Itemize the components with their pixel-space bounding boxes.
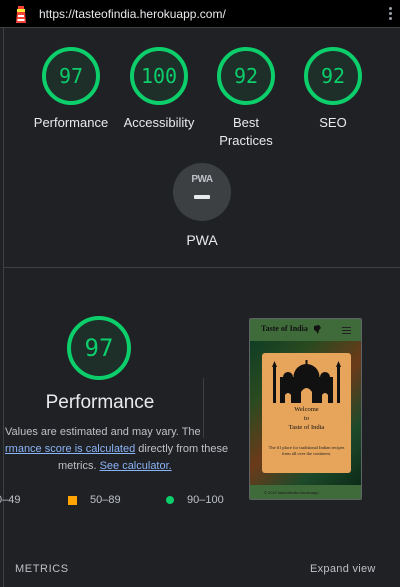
welcome-line: Welcome	[294, 406, 319, 413]
desc-line: metrics. See calculator.	[58, 458, 172, 475]
performance-gauge-large: 97	[66, 315, 132, 381]
lighthouse-icon	[16, 6, 26, 23]
gauge-label-performance: Performance	[33, 115, 109, 130]
thumb-tagline: The #1 place for traditional Indian reci…	[268, 445, 345, 456]
gauge-label-accessibility: Accessibility	[123, 115, 195, 130]
legend-average: 50–89	[90, 494, 121, 506]
performance-title: Performance	[45, 392, 155, 413]
final-screenshot-thumbnail[interactable]: Taste of India Welcome to Taste of India…	[249, 318, 362, 500]
desc-text: metrics.	[58, 460, 100, 472]
pwa-badge[interactable]: PWA	[173, 163, 231, 221]
performance-score: 97	[84, 334, 114, 362]
desc-line: rmance score is calculated directly from…	[5, 441, 228, 458]
metrics-heading: METRICS	[15, 563, 69, 575]
india-map-icon	[314, 325, 321, 334]
pwa-dash-icon	[194, 195, 210, 199]
gauge-accessibility[interactable]: 100	[129, 46, 189, 106]
thumb-brand: Taste of India	[261, 324, 308, 333]
thumb-welcome-text: Welcome to Taste of India	[262, 405, 351, 432]
taj-mahal-icon	[272, 360, 341, 403]
more-options-icon[interactable]	[389, 7, 392, 21]
hamburger-icon	[342, 327, 351, 334]
thumb-navbar: Taste of India	[250, 319, 361, 341]
pwa-label: PWA	[186, 232, 218, 248]
gauge-seo[interactable]: 92	[303, 46, 363, 106]
gauge-score: 92	[320, 64, 346, 88]
gauge-score: 97	[58, 64, 84, 88]
label-line: Practices	[219, 133, 273, 148]
expand-view-button[interactable]: Expand view	[310, 563, 376, 575]
gauge-label-best-practices: Best Practices	[201, 114, 291, 150]
label-line: Best	[232, 115, 259, 130]
legend-pass: 90–100	[187, 494, 224, 506]
legend-fail: 0–49	[0, 494, 21, 506]
thumb-welcome-card: Welcome to Taste of India The #1 place f…	[262, 353, 351, 473]
score-calculated-link[interactable]: rmance score is calculated	[5, 443, 135, 455]
pass-circle-icon	[166, 496, 174, 504]
gauge-best-practices[interactable]: 92	[216, 46, 276, 106]
thumb-footer: © 2022 tasteofindia.herokuapp	[250, 485, 361, 499]
see-calculator-link[interactable]: See calculator.	[100, 460, 172, 472]
desc-line: Values are estimated and may vary. The	[5, 426, 201, 438]
welcome-line: Taste of India	[288, 424, 325, 431]
vertical-divider	[203, 378, 204, 438]
desc-text: directly from these	[135, 443, 229, 455]
gauge-score: 92	[233, 64, 259, 88]
gauge-score: 100	[140, 64, 178, 88]
thumb-footer-text: © 2022 tasteofindia.herokuapp	[264, 490, 319, 495]
average-square-icon	[68, 496, 77, 505]
welcome-line: to	[303, 415, 310, 422]
gauge-label-seo: SEO	[319, 115, 347, 130]
address-url[interactable]: https://tasteofindia.herokuapp.com/	[39, 7, 226, 21]
gauge-performance[interactable]: 97	[41, 46, 101, 106]
browser-address-bar: https://tasteofindia.herokuapp.com/	[0, 0, 400, 28]
pwa-badge-text: PWA	[191, 174, 213, 185]
section-divider	[4, 267, 400, 268]
